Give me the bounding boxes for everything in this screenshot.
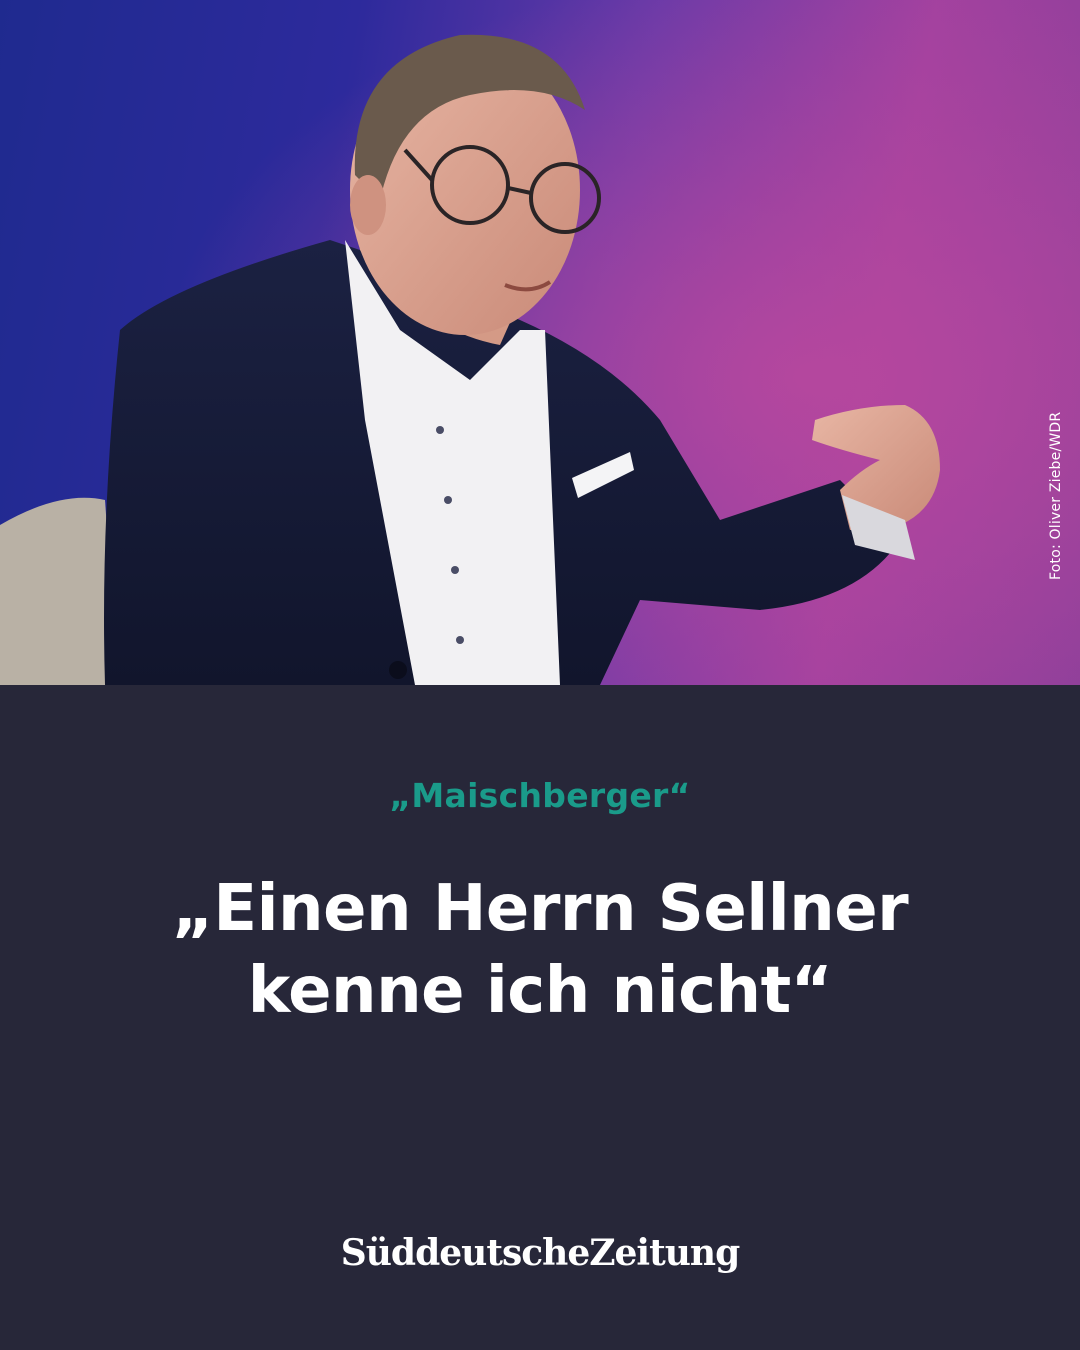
social-post-card: Foto: Oliver Ziebe/WDR „Maischberger“ „E… xyxy=(0,0,1080,1350)
sueddeutsche-zeitung-logo: SüddeutscheZeitung xyxy=(340,1232,741,1274)
headline-line-1: „Einen Herrn Sellner xyxy=(171,872,909,946)
headline-quote: „Einen Herrn Sellner kenne ich nicht“ xyxy=(60,868,1020,1032)
headline-line-2: kenne ich nicht“ xyxy=(247,954,833,1028)
kicker-label: „Maischberger“ xyxy=(389,776,691,815)
photo-credit: Foto: Oliver Ziebe/WDR xyxy=(1048,411,1064,580)
guest-photo-illustration xyxy=(0,0,1080,685)
guest-photo: Foto: Oliver Ziebe/WDR xyxy=(0,0,1080,685)
